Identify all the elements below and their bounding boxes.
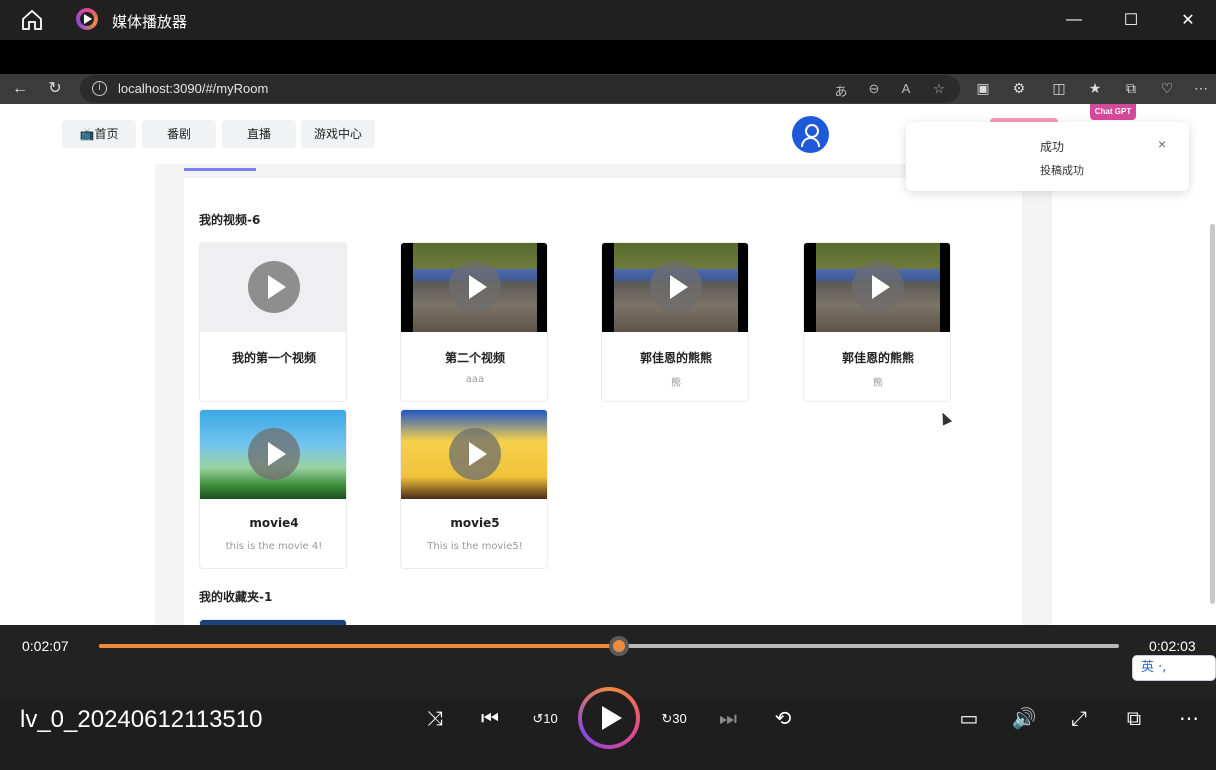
volume-icon[interactable]: 🔊 xyxy=(1009,704,1039,734)
subtitles-icon[interactable]: ▭ xyxy=(954,704,984,734)
video-card[interactable]: movie4 this is the movie 4! xyxy=(199,409,347,569)
mini-player-icon[interactable]: ⧉ xyxy=(1119,704,1149,734)
collections-icon[interactable]: ⧉ xyxy=(1120,80,1142,97)
rewind-icon: ↺ xyxy=(532,711,544,726)
play-icon[interactable] xyxy=(449,261,501,313)
video-desc: This is the movie5! xyxy=(427,541,523,552)
minimize-button[interactable]: — xyxy=(1046,0,1102,40)
video-card[interactable]: 我的第一个视频 xyxy=(199,242,347,402)
forward-30-button[interactable]: ↻30 xyxy=(659,704,689,734)
seek-progress[interactable] xyxy=(99,644,620,648)
favorites-section-title: 我的收藏夹-1 xyxy=(199,590,273,604)
success-toast: 成功 投稿成功 × xyxy=(906,122,1189,191)
ime-language-badge[interactable]: 英 ·, xyxy=(1132,655,1216,681)
video-letterbox xyxy=(0,40,1216,74)
toast-message: 投稿成功 xyxy=(1040,164,1084,177)
browser-toolbar: ← ↻ i localhost:3090/#/myRoom あ ⊖ A ☆ ▣ … xyxy=(0,74,1216,104)
home-icon[interactable] xyxy=(20,8,44,32)
favorite-star-icon[interactable]: ☆ xyxy=(930,81,948,97)
play-button[interactable] xyxy=(578,687,640,749)
media-player-app-icon xyxy=(76,8,98,30)
tab-game-center[interactable]: 游戏中心 xyxy=(301,120,375,148)
refresh-icon[interactable]: ↻ xyxy=(43,78,67,100)
left-panel xyxy=(0,164,155,625)
play-icon[interactable] xyxy=(248,428,300,480)
video-title: movie5 xyxy=(450,516,500,530)
split-screen-icon[interactable]: ◫ xyxy=(1048,80,1070,97)
window-title: 媒体播放器 xyxy=(112,13,188,31)
page-scrollbar[interactable] xyxy=(1210,224,1215,604)
extensions-icon[interactable]: ⚙ xyxy=(1008,80,1030,97)
tv-icon: 📺 xyxy=(79,127,95,141)
info-icon[interactable]: i xyxy=(92,81,107,96)
play-icon[interactable] xyxy=(852,261,904,313)
back-icon[interactable]: ← xyxy=(8,78,32,100)
maximize-button[interactable]: ☐ xyxy=(1103,0,1159,40)
fullscreen-icon[interactable]: ⤢ xyxy=(1064,704,1094,734)
close-button[interactable]: ✕ xyxy=(1160,0,1216,40)
tab-anime[interactable]: 番剧 xyxy=(142,120,216,148)
video-desc: 熊 xyxy=(873,378,883,389)
video-title: 郭佳恩的熊熊 xyxy=(639,351,712,365)
play-icon[interactable] xyxy=(650,261,702,313)
right-panel xyxy=(1052,164,1216,625)
video-card[interactable]: 郭佳恩的熊熊 熊 xyxy=(601,242,749,402)
more-icon[interactable]: ⋯ xyxy=(1190,80,1212,97)
video-desc: 熊 xyxy=(671,378,681,389)
elapsed-time: 0:02:07 xyxy=(22,638,69,654)
translate-icon[interactable]: あ xyxy=(832,81,850,100)
video-thumbnail[interactable] xyxy=(602,243,748,332)
screenshot-icon[interactable]: ▣ xyxy=(972,80,994,97)
url-text[interactable]: localhost:3090/#/myRoom xyxy=(118,81,268,96)
repeat-icon[interactable]: ⟲ xyxy=(768,704,798,734)
video-title: 郭佳恩的熊熊 xyxy=(841,351,914,365)
copilot-icon[interactable]: ♡ xyxy=(1156,80,1178,97)
video-thumbnail[interactable] xyxy=(401,243,547,332)
read-aloud-icon[interactable]: A xyxy=(897,81,915,96)
video-desc: aaa xyxy=(465,374,485,385)
video-card[interactable]: 郭佳恩的熊熊 熊 xyxy=(803,242,951,402)
chatgpt-button[interactable]: Chat GPT xyxy=(1090,104,1136,120)
play-icon[interactable] xyxy=(248,261,300,313)
rewind-10-button[interactable]: ↺10 xyxy=(530,704,560,734)
address-bar[interactable]: i localhost:3090/#/myRoom あ ⊖ A ☆ xyxy=(80,75,960,103)
close-icon[interactable]: × xyxy=(1158,136,1166,152)
previous-icon[interactable]: ⏮ xyxy=(475,704,505,734)
video-title: 我的第一个视频 xyxy=(231,351,316,365)
tab-live[interactable]: 直播 xyxy=(222,120,296,148)
zoom-out-icon[interactable]: ⊖ xyxy=(865,81,883,97)
title-bar: 媒体播放器 — ☐ ✕ xyxy=(0,0,1216,40)
video-thumbnail[interactable] xyxy=(401,410,547,499)
video-thumbnail[interactable] xyxy=(200,410,346,499)
web-page: 📺首页 番剧 直播 游戏中心 Chat GPT 我的视频-6 我的第一个视频 第… xyxy=(0,104,1216,625)
video-thumbnail[interactable] xyxy=(804,243,950,332)
forward-icon: ↻ xyxy=(661,711,673,726)
play-icon[interactable] xyxy=(449,428,501,480)
active-tab-indicator xyxy=(184,168,256,171)
video-card[interactable]: movie5 This is the movie5! xyxy=(400,409,548,569)
video-title: 第二个视频 xyxy=(444,351,505,365)
toast-title: 成功 xyxy=(1040,140,1065,154)
shuffle-icon[interactable]: ⤨ xyxy=(420,704,450,734)
next-icon[interactable]: ⏭ xyxy=(713,704,743,734)
favorites-icon[interactable]: ★ xyxy=(1084,80,1106,97)
video-card[interactable]: 第二个视频 aaa xyxy=(400,242,548,402)
remaining-time: 0:02:03 xyxy=(1149,638,1196,654)
avatar[interactable] xyxy=(792,116,829,153)
video-title: movie4 xyxy=(249,516,299,530)
more-options-icon[interactable]: ⋯ xyxy=(1174,704,1204,734)
media-filename: lv_0_20240612113510 xyxy=(20,706,263,733)
tab-home[interactable]: 📺首页 xyxy=(62,120,136,148)
videos-section-title: 我的视频-6 xyxy=(199,213,261,227)
video-desc: this is the movie 4! xyxy=(225,541,323,552)
video-thumbnail[interactable] xyxy=(200,243,346,332)
